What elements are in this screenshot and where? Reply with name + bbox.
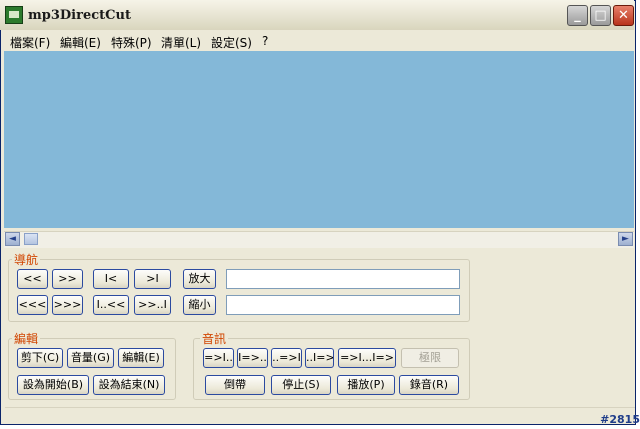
- audio-go-begin-button[interactable]: =>I..: [203, 348, 234, 368]
- menu-settings[interactable]: 設定(S): [211, 34, 252, 51]
- play-button[interactable]: 播放(P): [337, 375, 395, 395]
- nav-fast-rewind-button[interactable]: <<<: [17, 295, 48, 315]
- edit-button[interactable]: 編輯(E): [118, 348, 164, 368]
- nav-group-label: 導航: [12, 251, 41, 268]
- limit-button[interactable]: 極限: [401, 348, 459, 368]
- waveform-display[interactable]: [4, 51, 634, 228]
- zoom-out-button[interactable]: 縮小: [183, 295, 216, 315]
- audio-group-label: 音訊: [200, 330, 229, 347]
- app-icon[interactable]: [5, 6, 23, 24]
- menu-edit[interactable]: 編輯(E): [60, 34, 101, 51]
- status-code: #2815: [600, 413, 640, 426]
- scroll-thumb[interactable]: [24, 233, 38, 245]
- nav-fast-forward-button[interactable]: >>>: [52, 295, 83, 315]
- set-end-button[interactable]: 設為結束(N): [93, 375, 165, 395]
- close-button[interactable]: ✕: [613, 5, 634, 26]
- audio-go-end-button[interactable]: ..=>I: [271, 348, 302, 368]
- nav-length-field[interactable]: [226, 295, 460, 315]
- maximize-button[interactable]: □: [590, 5, 611, 26]
- nav-start-button[interactable]: I..<<: [93, 295, 129, 315]
- menu-list[interactable]: 清單(L): [161, 34, 201, 51]
- set-begin-button[interactable]: 設為開始(B): [17, 375, 89, 395]
- audio-play-selection-button[interactable]: =>I...I=>: [338, 348, 396, 368]
- nav-next-mark-button[interactable]: >I: [134, 269, 171, 289]
- edit-group-label: 編輯: [12, 330, 41, 347]
- nav-rewind-button[interactable]: <<: [17, 269, 48, 289]
- nav-end-button[interactable]: >>..I: [134, 295, 171, 315]
- record-button[interactable]: 錄音(R): [399, 375, 459, 395]
- rewind-button[interactable]: 倒帶: [205, 375, 265, 395]
- scroll-left-icon[interactable]: ◄: [5, 232, 20, 246]
- cut-button[interactable]: 剪下(C): [17, 348, 63, 368]
- status-bar: [5, 407, 635, 423]
- menu-special[interactable]: 特殊(P): [111, 34, 152, 51]
- horizontal-scrollbar[interactable]: [4, 231, 634, 248]
- stop-button[interactable]: 停止(S): [271, 375, 331, 395]
- nav-forward-button[interactable]: >>: [52, 269, 83, 289]
- zoom-in-button[interactable]: 放大: [183, 269, 216, 289]
- audio-play-begin-button[interactable]: I=>..: [237, 348, 268, 368]
- nav-prev-mark-button[interactable]: I<: [93, 269, 129, 289]
- window-title: mp3DirectCut: [28, 8, 131, 23]
- minimize-button[interactable]: _: [567, 5, 588, 26]
- menu-file[interactable]: 檔案(F): [10, 34, 50, 51]
- nav-position-field[interactable]: [226, 269, 460, 289]
- menu-help[interactable]: ?: [262, 34, 268, 48]
- scroll-right-icon[interactable]: ►: [618, 232, 633, 246]
- volume-button[interactable]: 音量(G): [67, 348, 114, 368]
- audio-play-end-button[interactable]: ..I=>: [305, 348, 334, 368]
